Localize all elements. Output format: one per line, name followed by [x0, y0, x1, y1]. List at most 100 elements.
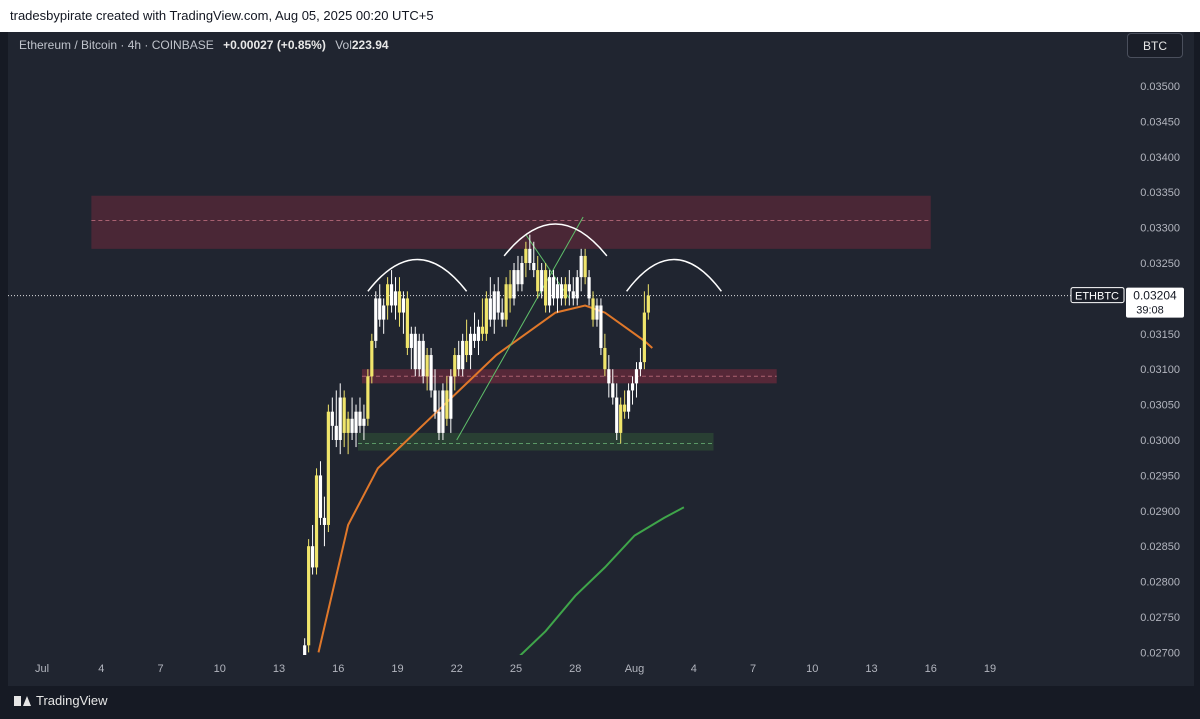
currency-button[interactable]: BTC [1127, 33, 1183, 58]
candle-body [310, 546, 315, 568]
x-tick-label: 13 [865, 663, 877, 675]
candle-body [409, 333, 413, 348]
candle-body [646, 295, 650, 313]
candle-body [441, 390, 445, 433]
y-tick-label: 0.03000 [1140, 435, 1180, 447]
ema-short-line [317, 304, 653, 653]
candle-body [362, 418, 366, 426]
candle-body [318, 475, 323, 518]
candle-body [366, 376, 370, 419]
x-tick-label: 22 [451, 663, 463, 675]
candle-body [401, 298, 406, 313]
candle-body [587, 277, 591, 299]
candle-body [386, 284, 390, 306]
y-tick-label: 0.03300 [1140, 223, 1180, 235]
candle-body [382, 305, 386, 320]
candle-body [559, 284, 564, 299]
candle-body [429, 355, 433, 391]
candle-body [500, 312, 504, 320]
candle-body [346, 418, 350, 433]
x-tick-label: Aug [625, 663, 645, 675]
candle-body [330, 411, 334, 426]
x-tick-label: 19 [391, 663, 403, 675]
candle-body [354, 411, 358, 433]
candle-body [520, 263, 524, 285]
candle-body [615, 397, 619, 433]
candle-body [532, 263, 536, 271]
pattern-arc-3 [625, 258, 723, 292]
x-tick-label: 7 [750, 663, 756, 675]
y-tick-label: 0.03100 [1140, 364, 1180, 376]
candle-body [634, 369, 639, 384]
candle-body [397, 291, 402, 313]
y-tick-label: 0.03450 [1140, 116, 1180, 128]
x-tick-label: 16 [332, 663, 344, 675]
candle-body [547, 277, 552, 306]
x-tick-label: Jul [35, 663, 49, 675]
candle-body [437, 411, 441, 433]
y-tick-label: 0.02800 [1140, 577, 1180, 589]
countdown-value: 39:08 [1136, 305, 1164, 317]
y-tick-label: 0.02850 [1140, 541, 1180, 553]
candle-body [449, 376, 453, 419]
candle-body [638, 362, 643, 370]
candle-body [619, 404, 623, 433]
pattern-arc-1 [367, 258, 468, 292]
candle-body [480, 326, 485, 334]
candle-body [555, 284, 560, 299]
candle-body [575, 277, 579, 299]
candle-body [540, 270, 544, 292]
candle-body [445, 390, 449, 419]
candle-body [461, 340, 465, 370]
last-price-value: 0.03204 [1133, 289, 1177, 303]
candle-body [571, 291, 575, 299]
candle-body [512, 270, 516, 299]
candle-body [314, 475, 319, 568]
candle-body [370, 340, 374, 377]
candle-body [457, 355, 461, 370]
candle-body [563, 284, 567, 299]
candle-body [516, 270, 520, 285]
candle-body [496, 291, 500, 313]
candle-body [630, 383, 635, 391]
candle-body [393, 291, 398, 306]
tradingview-logo[interactable]: TradingView [14, 693, 108, 708]
x-tick-label: 25 [510, 663, 522, 675]
candle-body [307, 546, 311, 646]
candle-body [567, 284, 571, 292]
candle-body [421, 340, 425, 377]
candle-body [492, 291, 496, 320]
candle-body [579, 255, 583, 278]
candle-body [389, 284, 394, 306]
price-chart[interactable]: 0.03500 0.03450 0.03400 0.03350 0.03300 0.032… [0, 0, 1200, 719]
candle-body [484, 298, 488, 334]
candle-body [417, 340, 421, 370]
candle-body [350, 418, 354, 433]
candle-body [626, 390, 631, 412]
x-tick-label: 10 [806, 663, 818, 675]
candle-body [476, 326, 481, 341]
candle-body [338, 397, 342, 440]
x-tick-label: 4 [98, 663, 104, 675]
x-tick-label: 4 [691, 663, 697, 675]
candle-body [551, 277, 556, 299]
plot-area [8, 195, 1122, 655]
candle-body [413, 333, 417, 370]
candle-body [453, 355, 457, 377]
candle-body [334, 425, 338, 440]
y-tick-label: 0.03050 [1140, 400, 1180, 412]
candle-body [508, 284, 512, 299]
y-tick-label: 0.03150 [1140, 329, 1180, 341]
candle-body [599, 305, 603, 348]
candle-body [322, 517, 327, 525]
symbol-name: Ethereum / Bitcoin · 4h · COINBASE [19, 38, 214, 52]
candle-body [488, 298, 492, 320]
candle-body [342, 397, 346, 433]
y-tick-label: 0.03350 [1140, 187, 1180, 199]
rising-trendline [456, 216, 584, 441]
brand-label: TradingView [36, 693, 108, 708]
y-tick-label: 0.02750 [1140, 612, 1180, 624]
tradingview-icon [14, 695, 31, 706]
volume-label: Vol [335, 38, 352, 52]
candle-body [607, 369, 611, 384]
